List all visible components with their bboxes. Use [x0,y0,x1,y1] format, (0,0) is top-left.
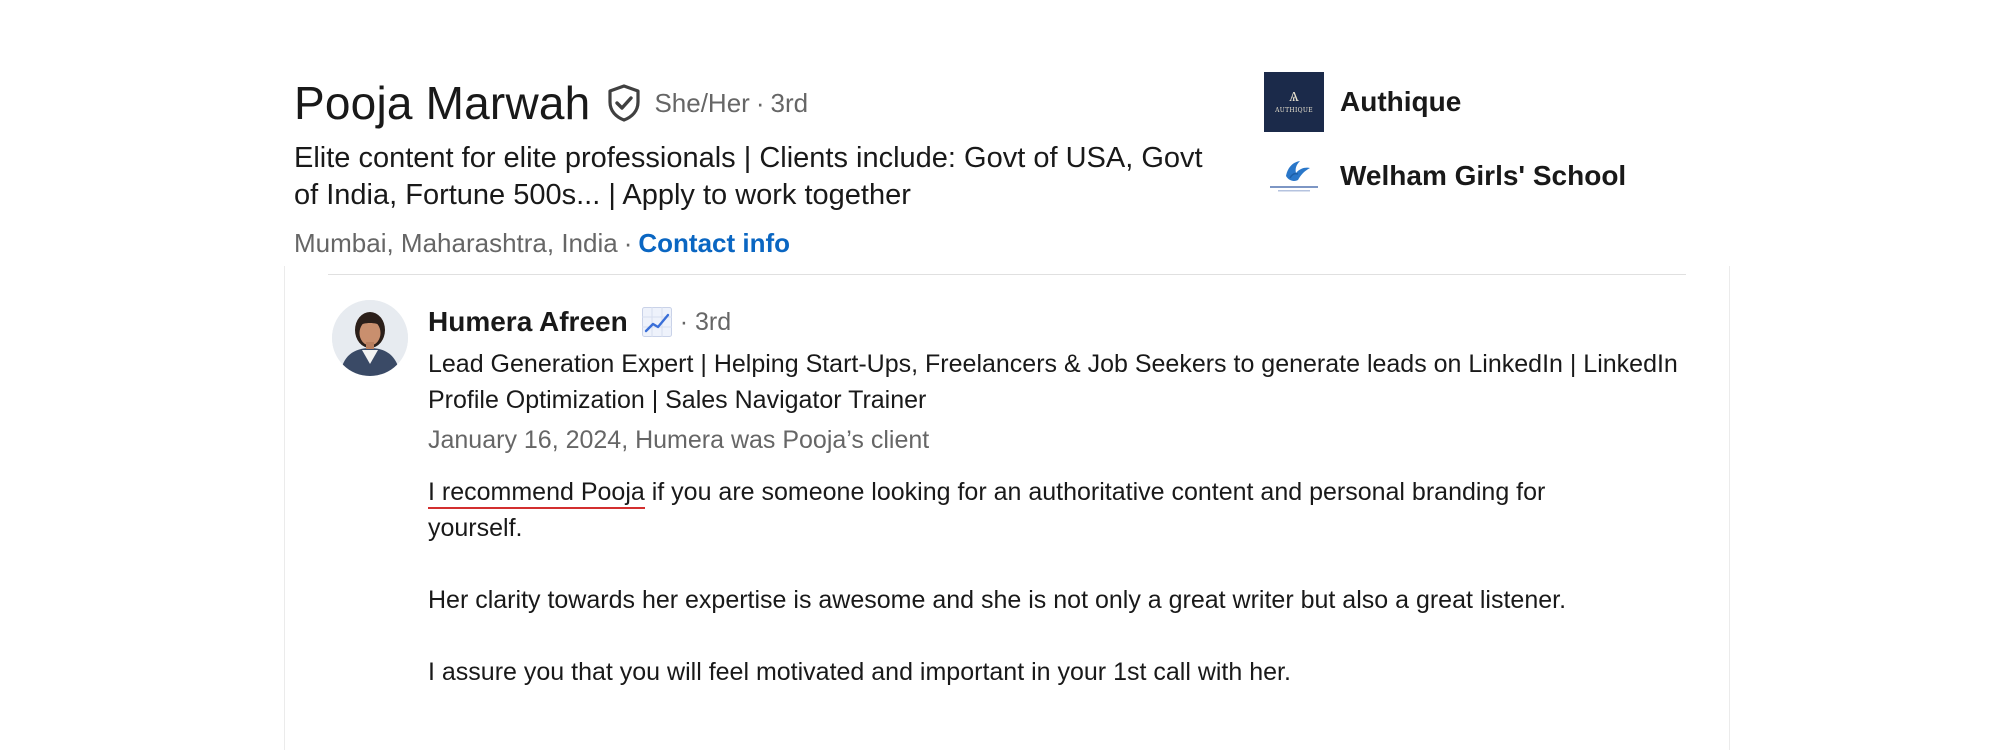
profile-headline: Elite content for elite professionals | … [294,142,1203,211]
authique-logo-mark: Ѧ [1288,89,1300,105]
author-avatar[interactable] [332,300,408,376]
profile-location: Mumbai, Maharashtra, India [294,228,618,258]
authique-logo-text: AUTHIQUE [1275,107,1313,114]
welham-logo [1264,146,1324,206]
school-welham[interactable]: Welham Girls' School [1264,146,1626,206]
separator-dot: · [755,87,765,118]
verified-shield-icon[interactable] [604,83,644,123]
experience-education-list: Ѧ AUTHIQUE Authique Welham Girls' School [1264,72,1626,220]
location-row: Mumbai, Maharashtra, India · Contact inf… [294,228,1214,259]
trending-chart-icon [641,307,672,337]
recommendation-text: I recommend Pooja if you are someone loo… [428,474,1608,690]
pronouns: She/Her [654,87,750,118]
author-name-link[interactable]: Humera Afreen [428,306,628,338]
name-row: Pooja Marwah She/Her · 3rd [294,70,1214,136]
recommendation-paragraph: Her clarity towards her expertise is awe… [428,586,1567,614]
connection-degree: 3rd [770,87,809,118]
authique-logo: Ѧ AUTHIQUE [1264,72,1324,132]
recommendation-paragraph: I assure you that you will feel motivate… [428,658,1291,686]
company-authique[interactable]: Ѧ AUTHIQUE Authique [1264,72,1626,132]
card-divider [328,274,1686,275]
company-name: Authique [1340,86,1462,117]
author-row: Humera Afreen · 3rd [428,302,1688,342]
contact-info-link[interactable]: Contact info [638,228,790,259]
profile-intro: Pooja Marwah She/Her · 3rd Elite content… [294,70,1214,259]
profile-page: Pooja Marwah She/Her · 3rd Elite content… [0,0,2000,750]
author-connection-degree: · 3rd [679,307,732,336]
spellcheck-underlined-text: I recommend Pooja [428,478,645,509]
author-headline: Lead Generation Expert | Helping Start-U… [428,350,1678,414]
recommendation-paragraph: I recommend Pooja if you are someone loo… [428,474,1608,546]
profile-name: Pooja Marwah [294,77,591,129]
recommendation-date: January 16, 2024, Humera was Pooja’s cli… [428,426,930,454]
school-name: Welham Girls' School [1340,160,1627,191]
recommendation-body: Humera Afreen · 3rd Lead Generation Expe… [428,302,1688,726]
separator-dot: · [623,228,633,258]
